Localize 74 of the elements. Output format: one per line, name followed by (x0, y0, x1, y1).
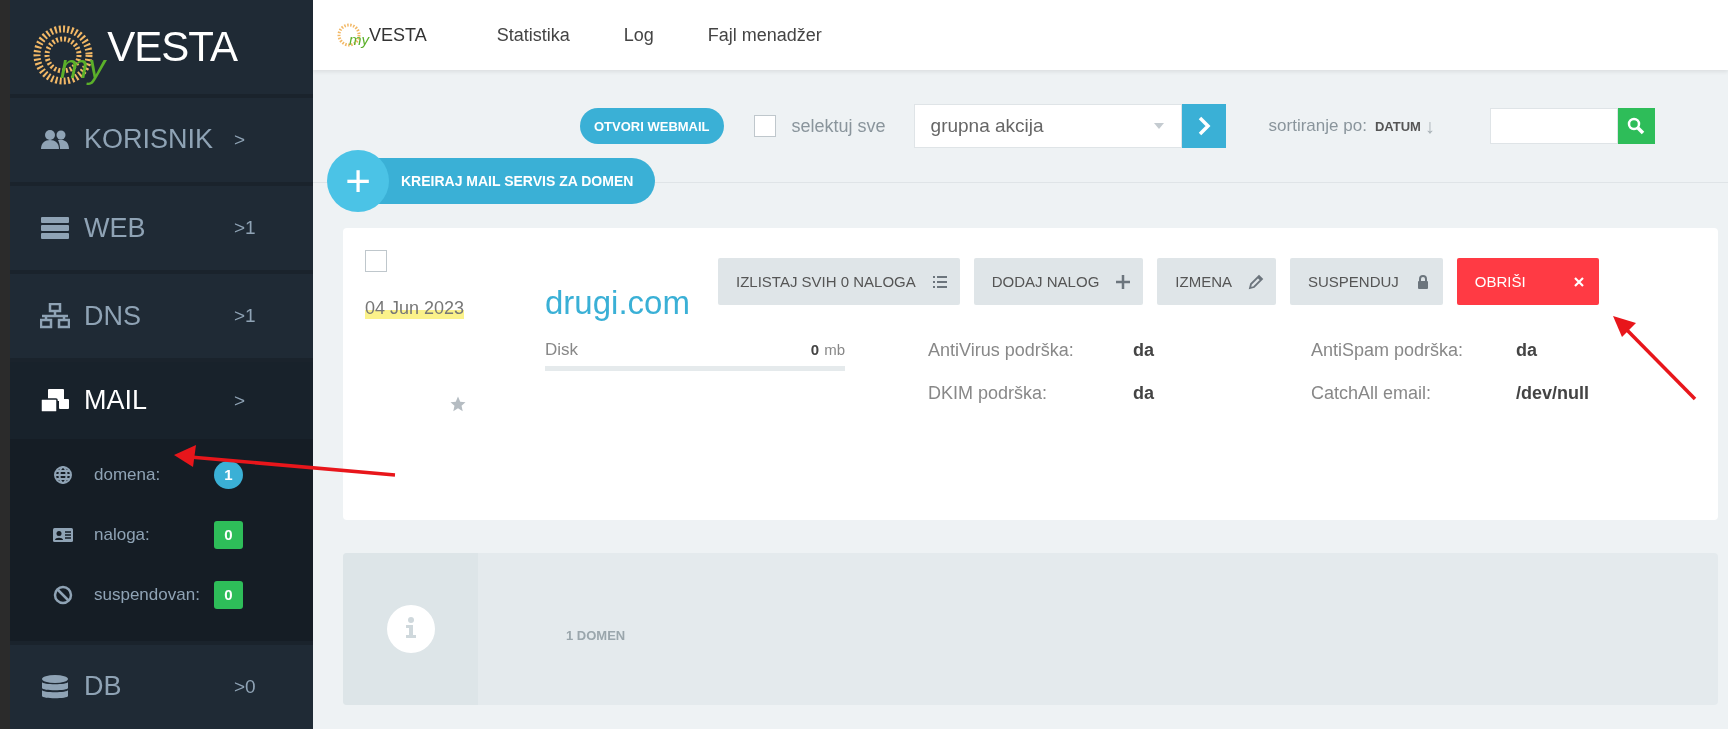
sidebar-arrow: > (234, 217, 246, 240)
count-badge: 1 (214, 460, 243, 489)
stat-label: AntiSpam podrška: (1311, 340, 1465, 361)
sidebar-arrow: > (234, 128, 246, 151)
disk-value: 0 (810, 341, 820, 358)
search-button[interactable] (1617, 108, 1655, 144)
server-icon (40, 215, 70, 242)
logo-name: VESTA (107, 22, 237, 70)
logo-prefix: my (349, 30, 369, 48)
submenu-label: suspendovan: (94, 584, 201, 605)
sidebar-label: KORISNIK (84, 124, 215, 156)
sidebar-label: WEB (84, 212, 147, 244)
stat-value: da (1133, 383, 1155, 404)
sidebar-label: DB (84, 671, 123, 703)
count-badge: 0 (214, 520, 243, 549)
info-icon (386, 605, 435, 653)
stat-value: /dev/null (1516, 383, 1590, 404)
disk-unit: mb (824, 341, 845, 358)
submenu-item[interactable]: naloga: 0 (10, 504, 313, 565)
domain-count-text: 1 DOMEN (566, 627, 626, 643)
apply-button[interactable] (1181, 104, 1226, 148)
submenu-label: domena: (94, 464, 162, 485)
disk-label: Disk (545, 340, 580, 360)
sidebar-label: MAIL (84, 385, 149, 417)
star-icon[interactable] (449, 395, 467, 413)
plus-icon (1115, 273, 1132, 290)
stat-label: AntiVirus podrška: (928, 340, 1075, 361)
sidebar-count: 1 (245, 305, 256, 328)
select-all-label: selektuj sve (791, 115, 886, 137)
caret-icon (1152, 122, 1165, 130)
sidebar-arrow: > (234, 675, 246, 698)
plus-icon: + (327, 150, 389, 212)
sidebar-item[interactable]: MAIL > (10, 358, 313, 439)
nav-link[interactable]: Fajl menadžer (707, 24, 822, 46)
stat-label: DKIM podrška: (928, 383, 1049, 404)
stat-label: CatchAll email: (1311, 383, 1433, 404)
sort-link[interactable]: DATUM (1374, 118, 1421, 134)
sidebar-item[interactable]: DB >0 (10, 640, 313, 729)
sidebar-arrow: > (234, 305, 246, 328)
submenu-item[interactable]: domena: 1 (10, 444, 313, 505)
count-badge: 0 (214, 580, 243, 609)
sidebar-count: 1 (245, 217, 256, 240)
sidebar-item[interactable]: WEB >1 (10, 182, 313, 271)
network-icon (40, 303, 70, 330)
ban-icon (52, 584, 74, 605)
list-icon (931, 273, 948, 290)
action-button[interactable]: IZLISTAJ SVIH 0 NALOGA (718, 258, 960, 305)
action-button[interactable]: SUSPENDUJ (1290, 258, 1443, 305)
sort-arrow: ↓ (1424, 114, 1435, 138)
search-icon (1627, 117, 1646, 135)
logo-name: VESTA (369, 24, 427, 45)
chevron-right-icon (1196, 115, 1211, 137)
stat-value: da (1133, 340, 1155, 361)
database-icon (40, 673, 70, 700)
action-button[interactable]: DODAJ NALOG (973, 258, 1144, 305)
nav-link[interactable]: Log (623, 24, 654, 46)
select-all-checkbox[interactable] (753, 115, 776, 137)
search-field[interactable] (1489, 108, 1618, 144)
sidebar-item[interactable]: KORISNIK > (10, 93, 313, 182)
action-button[interactable]: OBRIŠI (1456, 258, 1599, 305)
domain-checkbox[interactable] (365, 250, 387, 272)
globe-icon (52, 464, 74, 485)
submenu-item[interactable]: suspendovan: 0 (10, 564, 313, 625)
bulk-action-dropdown[interactable]: grupna akcija (913, 104, 1182, 148)
stat-value: da (1516, 340, 1538, 361)
sort-label: sortiranje po: (1268, 116, 1367, 136)
action-button[interactable]: IZMENA (1157, 258, 1276, 305)
sidebar-label: DNS (84, 300, 142, 332)
sidebar-arrow: > (234, 389, 246, 412)
sidebar-count: 0 (245, 675, 256, 698)
nav-link[interactable]: Statistika (496, 24, 570, 46)
mail-icon (40, 387, 70, 414)
pencil-icon (1248, 273, 1264, 290)
submenu-label: naloga: (94, 524, 151, 545)
